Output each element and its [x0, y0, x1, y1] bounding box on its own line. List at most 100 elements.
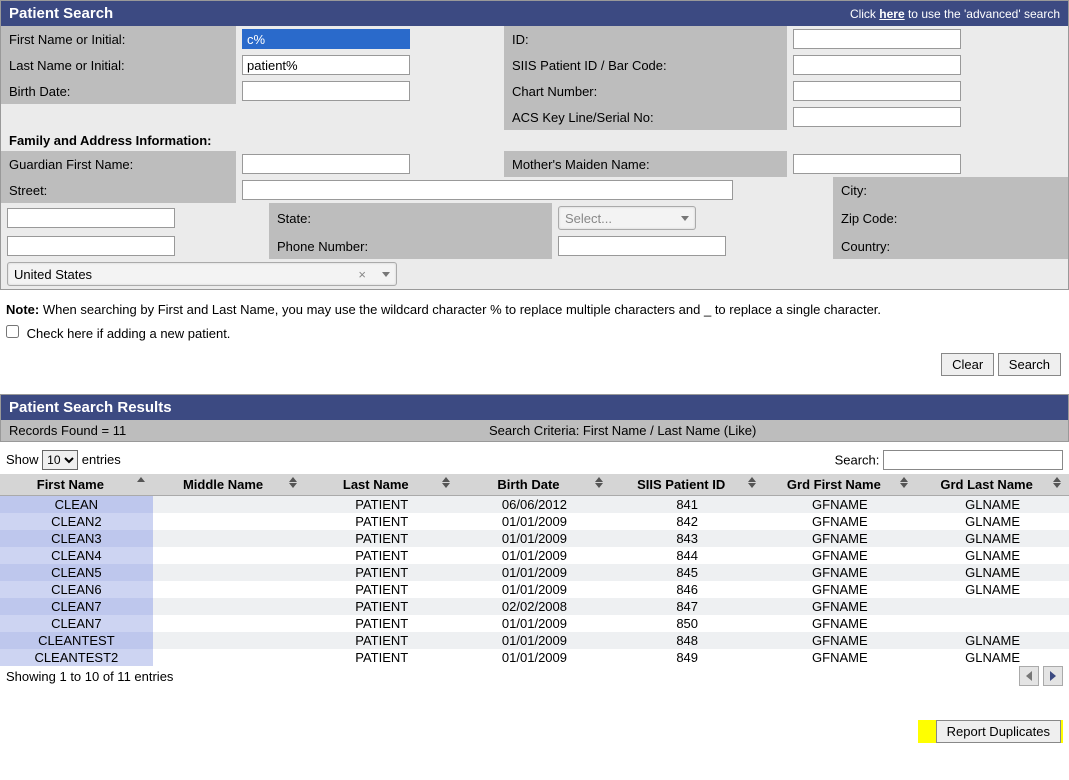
cell-gl: GLNAME — [916, 547, 1069, 564]
prev-page-button[interactable] — [1019, 666, 1039, 686]
col-siis-id[interactable]: SIIS Patient ID — [611, 474, 764, 496]
siis-label: SIIS Patient ID / Bar Code: — [504, 52, 787, 78]
street-input[interactable] — [242, 180, 733, 200]
panel-header-results: Patient Search Results — [1, 395, 1068, 420]
cell-id: 848 — [611, 632, 764, 649]
state-select[interactable]: Select... — [558, 206, 696, 230]
id-cell — [787, 26, 1068, 52]
table-row[interactable]: CLEANTESTPATIENT01/01/2009848GFNAMEGLNAM… — [0, 632, 1069, 649]
siis-input[interactable] — [793, 55, 961, 75]
table-row[interactable]: CLEANTEST2PATIENT01/01/2009849GFNAMEGLNA… — [0, 649, 1069, 666]
table-row[interactable]: CLEAN2PATIENT01/01/2009842GFNAMEGLNAME — [0, 513, 1069, 530]
zip-input[interactable] — [7, 236, 175, 256]
sort-icon — [137, 477, 145, 483]
cell-ln: PATIENT — [305, 564, 458, 581]
table-row[interactable]: CLEAN7PATIENT01/01/2009850GFNAME — [0, 615, 1069, 632]
table-row[interactable]: CLEAN6PATIENT01/01/2009846GFNAMEGLNAME — [0, 581, 1069, 598]
entries-select[interactable]: 10 — [42, 450, 78, 470]
table-row[interactable]: CLEAN7PATIENT02/02/2008847GFNAME — [0, 598, 1069, 615]
show-pre: Show — [6, 452, 42, 467]
show-post: entries — [82, 452, 121, 467]
table-row[interactable]: CLEAN5PATIENT01/01/2009845GFNAMEGLNAME — [0, 564, 1069, 581]
cell-bd: 02/02/2008 — [458, 598, 611, 615]
chevron-down-icon — [681, 216, 689, 221]
birth-date-input[interactable] — [242, 81, 410, 101]
cell-bd: 01/01/2009 — [458, 615, 611, 632]
col-middle-name[interactable]: Middle Name — [153, 474, 306, 496]
results-title: Patient Search Results — [9, 399, 172, 416]
results-search-input[interactable] — [883, 450, 1063, 470]
cell-id: 843 — [611, 530, 764, 547]
mother-maiden-cell — [787, 151, 1068, 177]
search-button-row: Clear Search — [0, 349, 1069, 394]
sort-icon — [442, 477, 450, 488]
cell-gl: GLNAME — [916, 496, 1069, 514]
cell-mn — [153, 598, 306, 615]
cell-gf: GFNAME — [764, 581, 917, 598]
cell-gf: GFNAME — [764, 513, 917, 530]
col-first-name[interactable]: First Name — [0, 474, 153, 496]
entries-bar: Show 10 entries Search: — [0, 442, 1069, 474]
cell-mn — [153, 615, 306, 632]
report-duplicates-button[interactable]: Report Duplicates — [936, 720, 1061, 743]
show-entries-control: Show 10 entries — [6, 450, 121, 470]
last-name-input[interactable] — [242, 55, 410, 75]
search-button[interactable]: Search — [998, 353, 1061, 376]
cell-gf: GFNAME — [764, 615, 917, 632]
patient-search-panel: Patient Search Click here to use the 'ad… — [0, 0, 1069, 290]
cell-id: 847 — [611, 598, 764, 615]
new-patient-label: Check here if adding a new patient. — [27, 326, 231, 341]
cell-mn — [153, 632, 306, 649]
cell-bd: 01/01/2009 — [458, 530, 611, 547]
id-input[interactable] — [793, 29, 961, 49]
table-row[interactable]: CLEAN3PATIENT01/01/2009843GFNAMEGLNAME — [0, 530, 1069, 547]
mother-maiden-input[interactable] — [793, 154, 961, 174]
chart-input[interactable] — [793, 81, 961, 101]
cell-bd: 01/01/2009 — [458, 581, 611, 598]
table-header-row: First Name Middle Name Last Name Birth D… — [0, 474, 1069, 496]
col-last-name[interactable]: Last Name — [305, 474, 458, 496]
country-select[interactable]: United States × — [7, 262, 397, 286]
advanced-search-link[interactable]: here — [879, 7, 904, 21]
cell-ln: PATIENT — [305, 615, 458, 632]
cell-bd: 01/01/2009 — [458, 649, 611, 666]
report-highlight: Report Duplicates — [918, 720, 1063, 743]
cell-gl: GLNAME — [916, 632, 1069, 649]
chevron-left-icon — [1026, 671, 1032, 681]
state-cell: Select... — [552, 203, 833, 233]
guardian-first-input[interactable] — [242, 154, 410, 174]
cell-ln: PATIENT — [305, 547, 458, 564]
new-patient-checkbox[interactable] — [6, 325, 19, 338]
city-input[interactable] — [7, 208, 175, 228]
new-patient-row: Check here if adding a new patient. — [6, 325, 1063, 341]
cell-gf: GFNAME — [764, 649, 917, 666]
cell-gf: GFNAME — [764, 632, 917, 649]
chart-cell — [787, 78, 1068, 104]
acs-input[interactable] — [793, 107, 961, 127]
acs-label: ACS Key Line/Serial No: — [504, 104, 787, 130]
advanced-search-hint: Click here to use the 'advanced' search — [850, 7, 1060, 21]
clear-button[interactable]: Clear — [941, 353, 994, 376]
table-row[interactable]: CLEAN4PATIENT01/01/2009844GFNAMEGLNAME — [0, 547, 1069, 564]
col-grd-last[interactable]: Grd Last Name — [916, 474, 1069, 496]
cell-ln: PATIENT — [305, 581, 458, 598]
cell-fn: CLEAN2 — [0, 513, 153, 530]
cell-gl — [916, 598, 1069, 615]
cell-gl: GLNAME — [916, 564, 1069, 581]
phone-input[interactable] — [558, 236, 726, 256]
cell-id: 846 — [611, 581, 764, 598]
first-name-input[interactable] — [242, 29, 410, 49]
cell-gf: GFNAME — [764, 496, 917, 514]
country-label: Country: — [833, 233, 1068, 259]
last-name-label: Last Name or Initial: — [1, 52, 236, 78]
blank-cell — [236, 104, 504, 130]
search-form: First Name or Initial: ID: Last Name or … — [1, 26, 1068, 289]
col-birth-date[interactable]: Birth Date — [458, 474, 611, 496]
cell-bd: 01/01/2009 — [458, 547, 611, 564]
next-page-button[interactable] — [1043, 666, 1063, 686]
sort-icon — [289, 477, 297, 488]
table-row[interactable]: CLEANPATIENT06/06/2012841GFNAMEGLNAME — [0, 496, 1069, 514]
country-value: United States — [14, 267, 92, 282]
col-grd-first[interactable]: Grd First Name — [764, 474, 917, 496]
clear-country-icon[interactable]: × — [358, 267, 366, 282]
